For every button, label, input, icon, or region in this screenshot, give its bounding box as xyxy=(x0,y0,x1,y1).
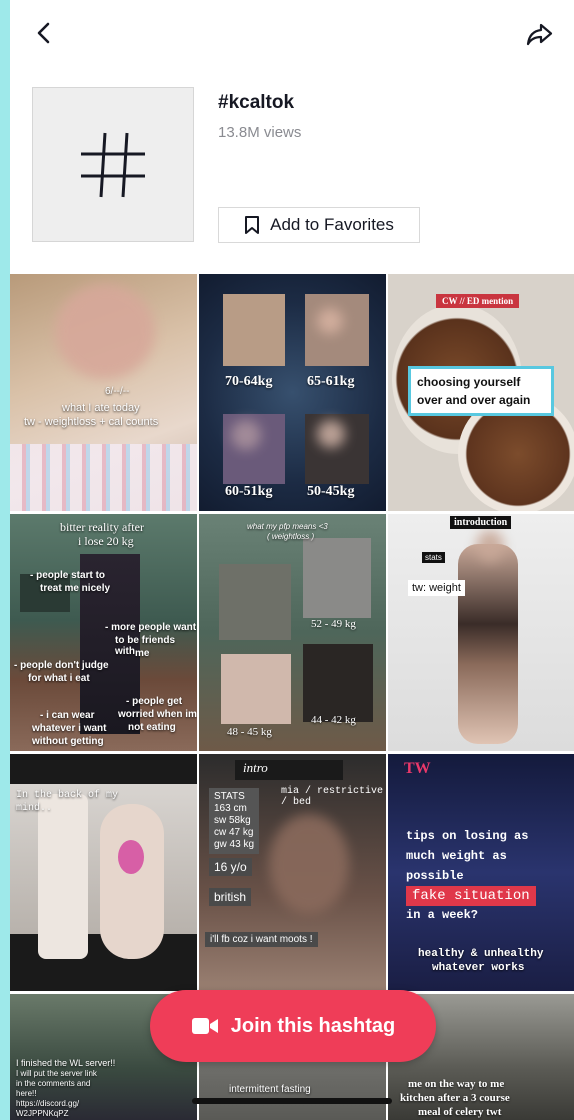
video-caption: meal of celery twt xyxy=(418,1106,502,1118)
video-thumbnail[interactable]: 6/--/-- what I ate today tw - weightloss… xyxy=(10,274,197,511)
video-caption: 48 - 45 kg xyxy=(227,726,272,738)
video-caption: gw 43 kg xyxy=(214,839,255,850)
video-caption: me on the way to me xyxy=(408,1078,505,1090)
hashtag-views: 13.8M views xyxy=(218,124,302,141)
video-caption: https://discord.gg/ xyxy=(16,1099,80,1108)
video-caption: 52 - 49 kg xyxy=(311,618,356,630)
video-thumbnail[interactable]: In the back of my mind.. xyxy=(10,754,197,991)
video-caption: - more people want xyxy=(105,622,197,633)
add-to-favorites-label: Add to Favorites xyxy=(270,215,394,234)
video-caption: 70-64kg xyxy=(225,374,273,389)
video-thumbnail[interactable]: 70-64kg 65-61kg 60-51kg 50-45kg xyxy=(199,274,386,511)
video-caption: sw 58kg xyxy=(214,815,251,826)
video-caption: - people don't judge xyxy=(14,660,109,671)
video-caption: 16 y/o xyxy=(209,858,252,876)
video-caption: 6/--/-- xyxy=(105,386,130,397)
video-caption: possible xyxy=(406,869,464,883)
video-caption: in a week? xyxy=(406,908,479,922)
video-caption: - i can wear xyxy=(40,710,95,721)
video-caption: 60-51kg xyxy=(225,484,273,499)
video-caption: intermittent fasting xyxy=(229,1084,311,1095)
video-thumbnail[interactable]: what my pfp means <3 ( weightloss ) 52 -… xyxy=(199,514,386,751)
hashtag-icon xyxy=(81,132,145,197)
video-caption: 44 - 42 kg xyxy=(311,714,356,726)
join-hashtag-button[interactable]: Join this hashtag xyxy=(150,990,436,1062)
video-caption: kitchen after a 3 course xyxy=(400,1092,510,1104)
add-to-favorites-button[interactable]: Add to Favorites xyxy=(218,207,420,243)
video-caption: mia / restrictive / bed xyxy=(281,786,384,808)
video-caption: W2JPPNKqPZ xyxy=(16,1109,69,1118)
video-thumbnail[interactable]: CW // ED mention choosing yourself over … xyxy=(388,274,574,511)
video-thumbnail[interactable]: introduction stats tw: weight xyxy=(388,514,574,751)
video-caption: not eating xyxy=(128,722,176,733)
video-caption: healthy & unhealthy xyxy=(418,948,544,960)
video-caption: ( weightloss ) xyxy=(267,532,315,541)
video-caption: british xyxy=(209,888,252,906)
video-caption: what my pfp means <3 xyxy=(247,522,328,531)
video-caption: in the comments and xyxy=(16,1079,91,1088)
share-button[interactable] xyxy=(524,18,556,50)
video-thumbnail[interactable]: TW tips on losing as much weight as poss… xyxy=(388,754,574,991)
hashtag-title: #kcaltok xyxy=(218,92,295,113)
video-caption: intro xyxy=(243,760,268,775)
video-caption: I will put the server link xyxy=(16,1069,97,1078)
video-caption: worried when im xyxy=(118,709,197,720)
video-caption: here!! xyxy=(16,1089,37,1098)
video-caption: i lose 20 kg xyxy=(78,534,134,548)
home-indicator xyxy=(192,1098,392,1104)
hashtag-screen: #kcaltok 13.8M views Add to Favorites 6/… xyxy=(10,0,574,1120)
video-caption: whatever works xyxy=(432,962,525,974)
video-caption: - people start to xyxy=(30,570,106,581)
video-caption: 163 cm xyxy=(214,803,247,814)
back-button[interactable] xyxy=(30,18,60,48)
video-caption: for what i eat xyxy=(28,673,90,684)
video-caption: much weight as xyxy=(406,849,507,863)
share-arrow-icon xyxy=(526,23,553,46)
video-caption: CW // ED mention xyxy=(436,294,520,308)
join-hashtag-label: Join this hashtag xyxy=(230,1014,396,1037)
video-caption: introduction xyxy=(450,516,512,529)
video-caption: In the back of my xyxy=(16,790,119,801)
video-caption: 50-45kg xyxy=(307,484,355,499)
video-caption: TW xyxy=(404,760,431,777)
video-caption: over and over again xyxy=(417,393,531,407)
video-caption: fake situation xyxy=(406,886,536,906)
video-caption: tw: weight xyxy=(408,580,465,596)
video-caption: stats xyxy=(422,552,445,563)
chevron-left-icon xyxy=(37,22,50,44)
hashtag-thumbnail xyxy=(32,87,194,242)
video-caption: treat me nicely xyxy=(40,583,111,594)
video-caption: tw - weightloss + cal counts xyxy=(24,416,159,428)
video-caption: I finished the WL server!! xyxy=(16,1058,116,1068)
video-caption: choosing yourself xyxy=(417,375,521,389)
video-caption: without getting xyxy=(32,736,104,747)
video-caption: 65-61kg xyxy=(307,374,355,389)
video-caption: mind.. xyxy=(16,803,53,814)
video-camera-icon xyxy=(191,1018,218,1034)
video-caption: STATS xyxy=(214,791,245,802)
video-caption: - people get xyxy=(126,696,183,707)
video-caption: i'll fb coz i want moots ! xyxy=(205,932,318,947)
video-caption: me xyxy=(135,648,150,659)
video-thumbnail[interactable]: intro mia / restrictive / bed STATS 163 … xyxy=(199,754,386,991)
video-caption: tips on losing as xyxy=(406,829,529,843)
video-caption: bitter reality after xyxy=(60,520,144,534)
video-thumbnail[interactable]: bitter reality after i lose 20 kg - peop… xyxy=(10,514,197,751)
video-caption: whatever i want xyxy=(32,723,107,734)
bookmark-icon xyxy=(245,216,260,234)
video-caption: to be friends with xyxy=(115,635,176,657)
video-caption: cw 47 kg xyxy=(214,827,254,838)
video-caption: what I ate today xyxy=(62,402,140,414)
